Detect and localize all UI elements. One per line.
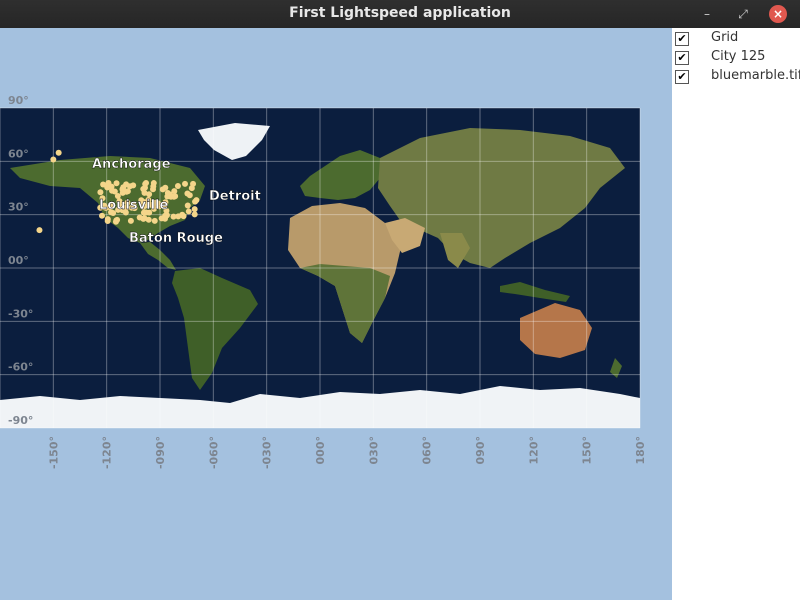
city-point bbox=[127, 217, 134, 224]
window-title: First Lightspeed application bbox=[289, 5, 511, 21]
layer-label: bluemarble.tif bbox=[711, 68, 800, 83]
city-point bbox=[108, 183, 115, 190]
layer-label: City 125 bbox=[711, 49, 766, 64]
city-point bbox=[192, 198, 199, 205]
city-point bbox=[97, 189, 104, 196]
longitude-label: 060° bbox=[421, 436, 434, 464]
minimize-button[interactable]: – bbox=[698, 5, 716, 23]
longitude-label: 120° bbox=[527, 436, 540, 464]
city-point bbox=[184, 202, 191, 209]
city-point bbox=[174, 182, 181, 189]
city-point bbox=[188, 185, 195, 192]
layer-item-grid[interactable]: ✔ Grid bbox=[672, 30, 800, 48]
layer-item-bluemarble[interactable]: ✔ bluemarble.tif bbox=[672, 68, 800, 86]
latitude-label: 00° bbox=[8, 254, 29, 267]
latitude-label: -60° bbox=[8, 361, 33, 374]
city-label: Detroit bbox=[209, 189, 261, 204]
city-point bbox=[184, 190, 191, 197]
checkbox[interactable]: ✔ bbox=[675, 51, 689, 65]
checkbox[interactable]: ✔ bbox=[675, 32, 689, 46]
longitude-label: 030° bbox=[367, 436, 380, 464]
longitude-label: 180° bbox=[634, 436, 647, 464]
layer-item-city[interactable]: ✔ City 125 bbox=[672, 49, 800, 67]
longitude-label: -120° bbox=[101, 436, 114, 469]
city-point bbox=[100, 181, 107, 188]
map-canvas[interactable]: 90° 60° 30° 00° -30° -60° -90° -150° -120° -090°… bbox=[0, 28, 672, 600]
city-point bbox=[171, 188, 178, 195]
city-point bbox=[179, 211, 186, 218]
latitude-label: 30° bbox=[8, 201, 29, 214]
city-point bbox=[145, 216, 152, 223]
city-point bbox=[104, 216, 111, 223]
layer-label: Grid bbox=[711, 30, 739, 45]
city-point bbox=[140, 215, 147, 222]
city-label: Louisville bbox=[99, 198, 169, 213]
latitude-label: 90° bbox=[8, 94, 29, 107]
city-point bbox=[36, 227, 43, 234]
city-point bbox=[159, 186, 166, 193]
city-point bbox=[146, 191, 153, 198]
city-point bbox=[182, 180, 189, 187]
city-point bbox=[126, 183, 133, 190]
close-button[interactable]: × bbox=[769, 5, 787, 23]
city-point bbox=[191, 211, 198, 218]
city-point bbox=[185, 208, 192, 215]
city-label: Baton Rouge bbox=[129, 231, 223, 246]
longitude-label: 000° bbox=[314, 436, 327, 464]
city-label: Anchorage bbox=[92, 157, 171, 172]
longitude-label: -030° bbox=[261, 436, 274, 469]
city-point bbox=[163, 212, 170, 219]
city-point bbox=[119, 189, 126, 196]
city-point bbox=[55, 149, 62, 156]
city-point bbox=[191, 206, 198, 213]
city-point bbox=[113, 180, 120, 187]
latitude-label: -90° bbox=[8, 414, 33, 427]
longitude-label: 150° bbox=[581, 436, 594, 464]
latitude-label: -30° bbox=[8, 307, 33, 320]
longitude-labels: -150° -120° -090° -060° -030° 000° 030° 060° 090… bbox=[47, 436, 647, 469]
latitude-label: 60° bbox=[8, 147, 29, 160]
longitude-label: -060° bbox=[207, 436, 220, 469]
longitude-label: -090° bbox=[154, 436, 167, 469]
city-point bbox=[98, 212, 105, 219]
longitude-label: 090° bbox=[474, 436, 487, 464]
city-point bbox=[150, 180, 157, 187]
checkbox[interactable]: ✔ bbox=[675, 70, 689, 84]
city-point bbox=[50, 156, 57, 163]
layer-panel: ✔ Grid ✔ City 125 ✔ bluemarble.tif bbox=[672, 28, 800, 600]
city-point bbox=[151, 217, 158, 224]
longitude-label: -150° bbox=[47, 436, 60, 469]
city-point bbox=[143, 180, 150, 187]
city-point bbox=[112, 218, 119, 225]
maximize-button[interactable]: ⤢ bbox=[734, 5, 752, 23]
map-view[interactable]: 90° 60° 30° 00° -30° -60° -90° -150° -120° -090°… bbox=[0, 28, 672, 600]
window-titlebar: First Lightspeed application – ⤢ × bbox=[0, 0, 800, 28]
city-point bbox=[167, 193, 174, 200]
